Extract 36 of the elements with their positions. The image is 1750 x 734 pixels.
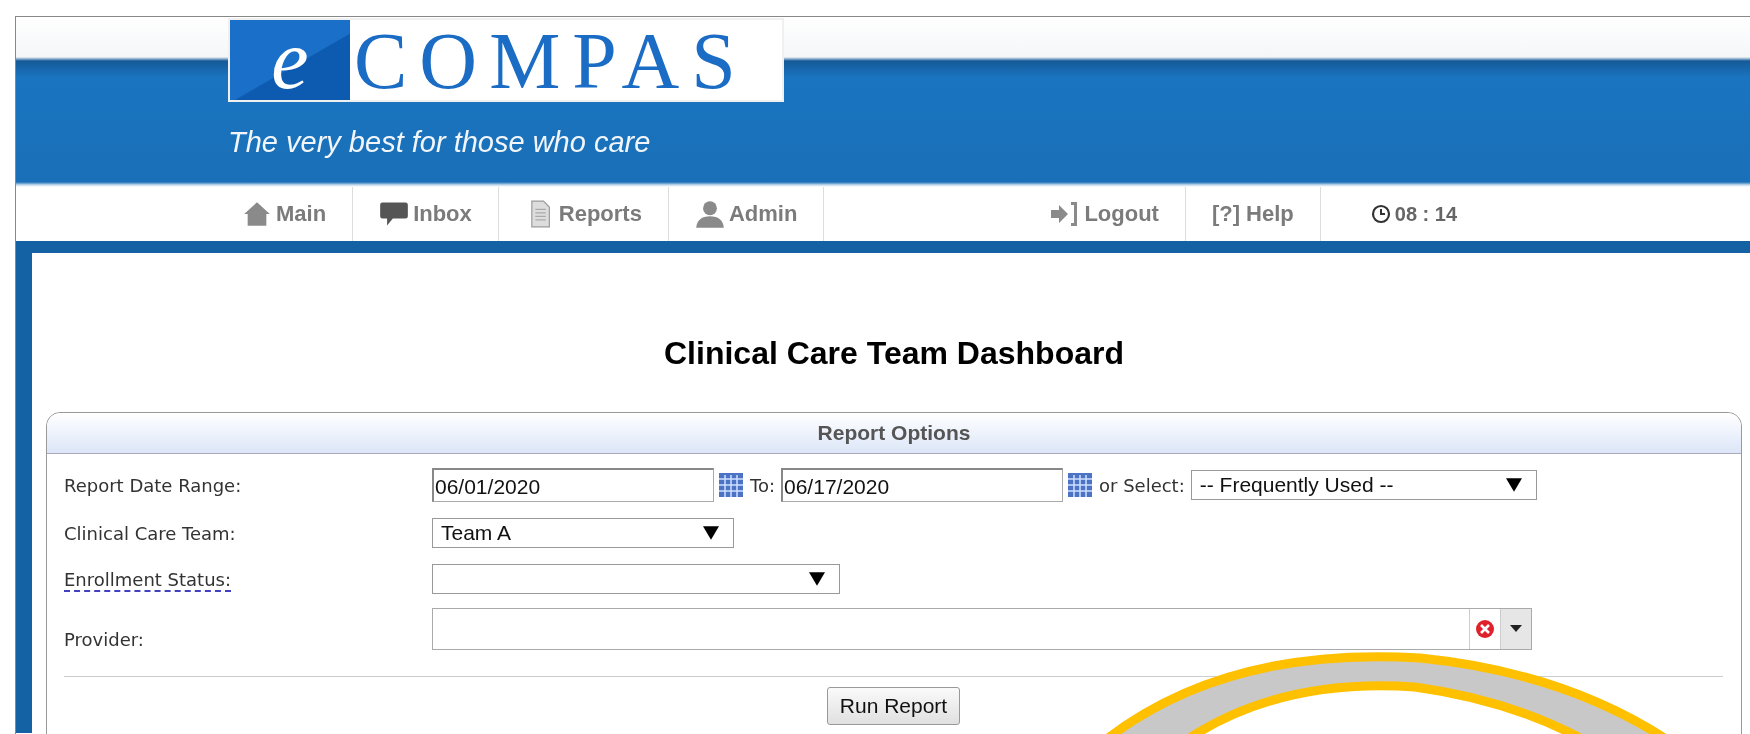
panel-header: Report Options xyxy=(47,413,1741,454)
nav-link[interactable]: 08 : 14 xyxy=(1320,187,1484,241)
dropdown[interactable]: Team A xyxy=(432,518,734,548)
field-label: or Select: xyxy=(1099,474,1185,496)
field-label: Report Date Range: xyxy=(64,474,243,496)
person-icon xyxy=(694,200,725,228)
page-title: Clinical Care Team Dashboard xyxy=(663,335,1125,372)
caret-icon xyxy=(1510,625,1522,633)
nav-link[interactable]: [?] Help xyxy=(1185,187,1321,241)
dropdown-button[interactable] xyxy=(1500,609,1531,649)
nav-link[interactable]: Admin xyxy=(668,187,825,241)
calendar-icon[interactable] xyxy=(1067,472,1093,498)
dropdown[interactable]: -- Frequently Used -- xyxy=(1190,470,1537,500)
nav-link[interactable]: Main xyxy=(216,187,354,241)
logo-letter: e xyxy=(230,20,350,100)
date-field[interactable]: 06/17/2020 xyxy=(781,468,1063,502)
house-icon xyxy=(242,200,272,228)
dropdown[interactable] xyxy=(432,564,840,594)
dropdown-arrow-icon xyxy=(703,526,719,540)
dropdown-arrow-icon xyxy=(809,572,825,586)
run-report-button[interactable]: Run Report xyxy=(826,687,961,725)
field-label: To: xyxy=(750,474,775,496)
field-label: Provider: xyxy=(64,629,145,650)
nav-link[interactable]: Logout xyxy=(1024,187,1186,241)
field-label: Enrollment Status: xyxy=(64,568,233,590)
clock-icon xyxy=(1370,204,1391,224)
calendar-icon[interactable] xyxy=(718,472,744,498)
field-label: Clinical Care Team: xyxy=(64,522,237,544)
date-field[interactable]: 06/01/2020 xyxy=(432,468,714,502)
speech-bubble-icon xyxy=(379,200,410,228)
dropdown-arrow-icon xyxy=(1505,478,1522,492)
logo-text: COMPAS xyxy=(353,20,748,100)
nav-link[interactable]: Reports xyxy=(498,187,669,241)
clear-icon xyxy=(1475,619,1495,639)
tagline: The very best for those who care xyxy=(228,126,652,159)
nav-link[interactable]: Inbox xyxy=(353,187,499,241)
